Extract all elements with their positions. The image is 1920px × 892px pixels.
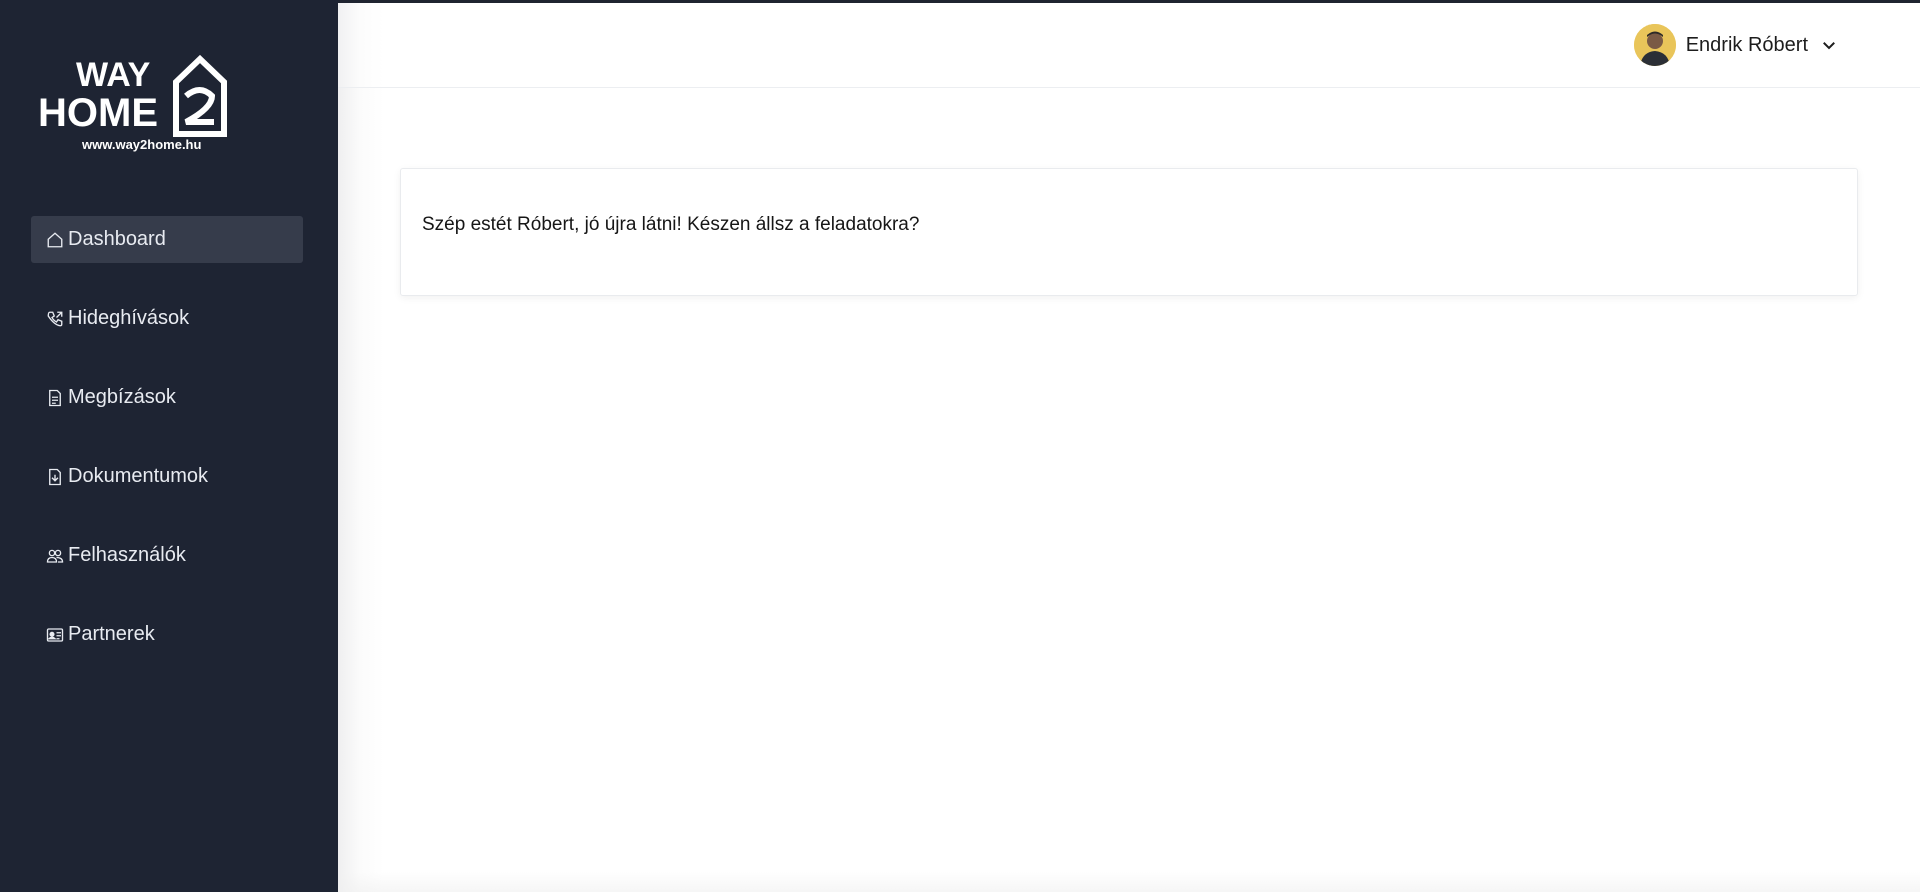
- sidebar-item-label: Partnerek: [68, 623, 155, 645]
- svg-text:HOME: HOME: [38, 91, 158, 135]
- sidebar-item-partnerek[interactable]: Partnerek: [31, 611, 303, 658]
- sidebar-item-label: Hideghívások: [68, 307, 190, 329]
- sidebar: WAY HOME www.way2home.hu Dashboard Hideg…: [0, 0, 338, 892]
- sidebar-item-dashboard[interactable]: Dashboard: [31, 216, 303, 263]
- sidebar-item-label: Dashboard: [68, 228, 166, 250]
- phone-icon: [45, 309, 65, 329]
- user-avatar[interactable]: [1633, 24, 1676, 66]
- sidebar-item-label: Felhasználók: [68, 544, 186, 566]
- sidebar-item-label: Megbízások: [68, 386, 176, 408]
- users-icon: [45, 546, 65, 566]
- sidebar-item-megbizasok[interactable]: Megbízások: [31, 374, 303, 421]
- welcome-card: Szép estét Róbert, jó újra látni! Készen…: [400, 168, 1858, 296]
- file-download-icon: [45, 467, 65, 487]
- chevron-down-icon[interactable]: [1820, 36, 1838, 54]
- svg-text:www.way2home.hu: www.way2home.hu: [81, 137, 201, 152]
- user-name[interactable]: Endrik Róbert: [1686, 34, 1808, 57]
- way2home-logo[interactable]: WAY HOME www.way2home.hu: [36, 54, 236, 154]
- top-header: Endrik Róbert: [338, 3, 1920, 88]
- sidebar-item-label: Dokumentumok: [68, 465, 209, 487]
- id-card-icon: [45, 625, 65, 645]
- sidebar-item-felhasznalok[interactable]: Felhasználók: [31, 532, 303, 579]
- sidebar-item-dokumentumok[interactable]: Dokumentumok: [31, 453, 303, 500]
- home-icon: [45, 230, 65, 250]
- svg-text:WAY: WAY: [76, 56, 151, 94]
- bottom-shade: [338, 872, 1920, 892]
- sidebar-item-hideghivasok[interactable]: Hideghívások: [31, 295, 303, 342]
- document-icon: [45, 388, 65, 408]
- main-content: Endrik Róbert Szép estét Róbert, jó újra…: [338, 3, 1920, 892]
- sidebar-nav: Dashboard Hideghívások Megbízások Dokume…: [31, 216, 303, 690]
- welcome-message: Szép estét Róbert, jó újra látni! Készen…: [422, 214, 920, 235]
- user-menu[interactable]: Endrik Róbert: [1633, 24, 1838, 66]
